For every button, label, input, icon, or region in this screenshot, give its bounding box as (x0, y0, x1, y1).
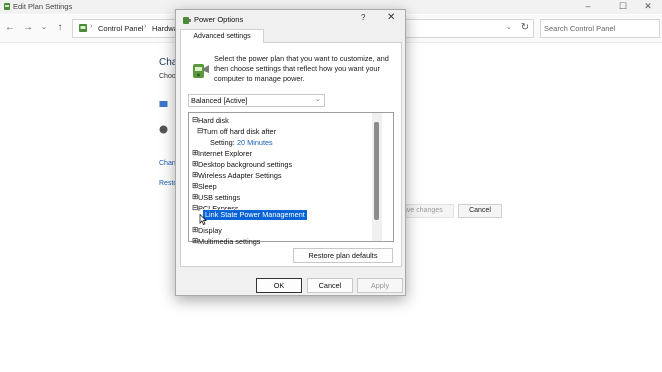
up-arrow-icon[interactable]: ↑ (53, 21, 67, 35)
recent-locations-chevron-down-icon[interactable]: ⌄ (37, 21, 51, 35)
tree-item-setting-value[interactable]: 20 Minutes (237, 138, 273, 147)
power-plan-icon (193, 64, 209, 78)
tree-item-turn-off-hard-disk[interactable]: Turn off hard disk after (203, 127, 276, 136)
tree-item-usb-settings[interactable]: USB settings (198, 193, 240, 202)
breadcrumb-chevron-icon: › (144, 23, 147, 30)
refresh-icon[interactable]: ↻ (518, 21, 532, 35)
change-settings-link[interactable]: Chan (159, 160, 176, 167)
restore-plan-defaults-button[interactable]: Restore plan defaults (293, 248, 393, 263)
tree-item-internet-explorer[interactable]: Internet Explorer (198, 149, 252, 158)
dialog-close-button[interactable]: ✕ (387, 12, 395, 23)
background-cancel-button[interactable]: Cancel (458, 204, 502, 218)
control-panel-icon (4, 3, 10, 10)
dialog-title: Power Options (194, 15, 244, 24)
forward-arrow-icon[interactable]: → (21, 21, 35, 35)
back-arrow-icon[interactable]: ← (3, 21, 17, 35)
display-icon (159, 101, 168, 107)
tree-item-multimedia[interactable]: Multimedia settings (198, 237, 260, 246)
page-subtitle: Choo (159, 73, 176, 80)
help-button[interactable]: ? (361, 13, 365, 22)
maximize-button[interactable]: ☐ (609, 0, 637, 14)
minimize-button[interactable]: – (574, 0, 602, 14)
tree-item-link-state-power-management[interactable]: Link State Power Management (202, 209, 308, 221)
power-options-dialog: Power Options ? ✕ Advanced settings Sele… (175, 9, 406, 296)
breadcrumb-hardware[interactable]: Hardwa (152, 24, 178, 33)
intro-text: Select the power plan that you want to c… (214, 54, 389, 83)
control-panel-icon (79, 24, 87, 32)
tree-scrollbar-thumb[interactable] (374, 122, 379, 220)
chevron-down-icon[interactable]: ⌄ (315, 95, 321, 103)
search-placeholder: Search Control Panel (544, 24, 616, 33)
ok-button[interactable]: OK (256, 278, 302, 293)
breadcrumb-control-panel[interactable]: Control Panel (98, 24, 143, 33)
tree-item-wireless-adapter[interactable]: Wireless Adapter Settings (198, 171, 282, 180)
tree-item-hard-disk[interactable]: Hard disk (198, 116, 229, 125)
cancel-button[interactable]: Cancel (307, 278, 353, 293)
save-changes-button[interactable]: ave changes (398, 204, 454, 218)
window-title: Edit Plan Settings (13, 2, 73, 11)
tree-item-desktop-background[interactable]: Desktop background settings (198, 160, 292, 169)
mouse-cursor-icon (199, 214, 207, 225)
tree-item-sleep[interactable]: Sleep (198, 182, 217, 191)
apply-button[interactable]: Apply (357, 278, 403, 293)
tree-item-display[interactable]: Display (198, 226, 222, 235)
window-close-button[interactable]: ✕ (634, 0, 662, 14)
breadcrumb-chevron-icon: › (90, 23, 93, 30)
tree-item-setting-label: Setting: (210, 138, 235, 147)
sleep-icon (159, 125, 168, 134)
address-chevron-down-icon[interactable]: ⌄ (506, 23, 512, 31)
power-plan-select-value: Balanced [Active] (191, 96, 248, 105)
tab-advanced-settings[interactable]: Advanced settings (180, 29, 264, 43)
power-plan-icon (183, 17, 191, 24)
